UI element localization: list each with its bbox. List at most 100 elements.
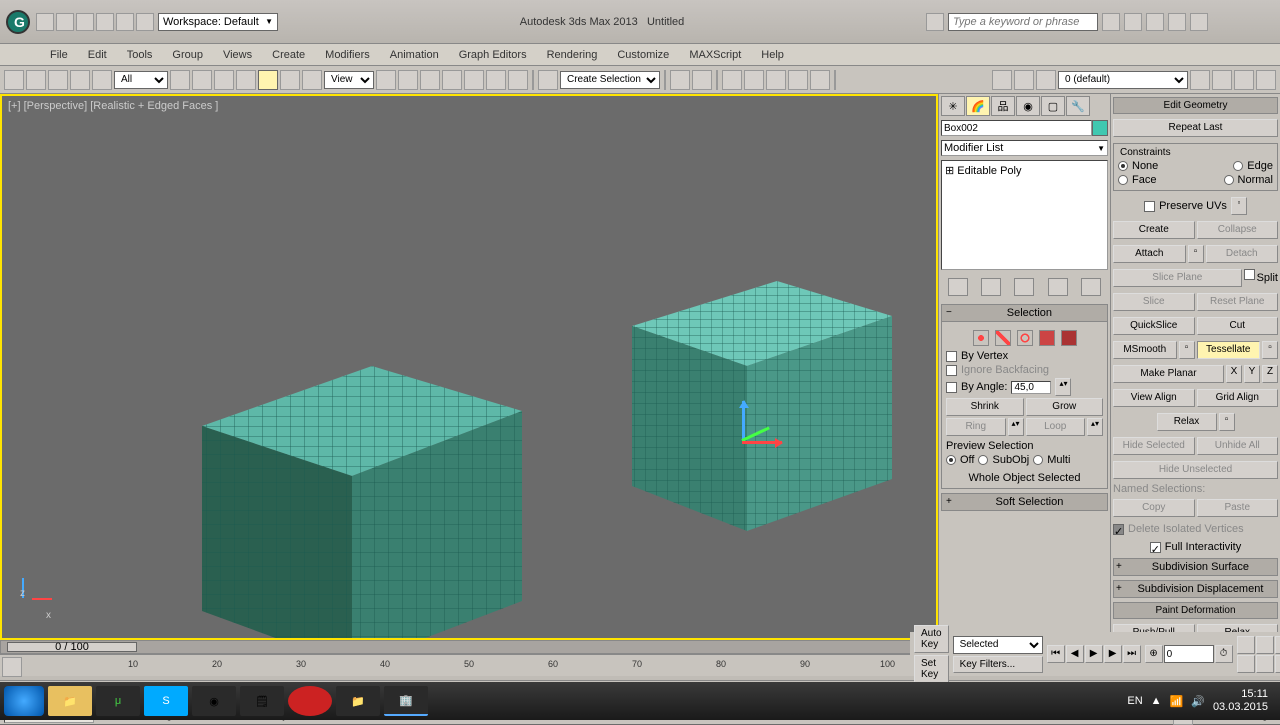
utorrent-task-icon[interactable]: μ — [96, 686, 140, 716]
keyboard-button[interactable] — [420, 70, 440, 90]
delete-isolated-checkbox[interactable]: ✓ — [1113, 524, 1124, 535]
by-vertex-checkbox[interactable] — [946, 351, 957, 362]
next-frame-icon[interactable]: ▶ — [1104, 645, 1122, 663]
skype-task-icon[interactable]: S — [144, 686, 188, 716]
view-align-button[interactable]: View Align — [1113, 389, 1195, 407]
orbit-icon[interactable] — [1256, 655, 1274, 673]
align-button[interactable] — [692, 70, 712, 90]
bind-button[interactable] — [92, 70, 112, 90]
goto-end-icon[interactable]: ⏭ — [1123, 645, 1141, 663]
full-interactivity-checkbox[interactable]: ✓ — [1150, 542, 1161, 553]
angle-spinner[interactable]: ▴▾ — [1055, 378, 1071, 396]
quickslice-button[interactable]: QuickSlice — [1113, 317, 1195, 335]
unlink-button[interactable] — [70, 70, 90, 90]
folder-task-icon[interactable]: 📁 — [336, 686, 380, 716]
preserve-uvs-checkbox[interactable] — [1144, 201, 1155, 212]
pan-view-icon[interactable] — [1237, 636, 1255, 654]
perspective-viewport[interactable]: [+] [Perspective] [Realistic + Edged Fac… — [0, 94, 938, 640]
help-icon[interactable] — [1190, 13, 1208, 31]
key-mode-select[interactable]: Selected — [953, 636, 1043, 654]
attach-settings-icon[interactable]: ▫ — [1188, 245, 1204, 263]
menu-graph-editors[interactable]: Graph Editors — [449, 47, 537, 63]
soft-selection-rollout-header[interactable]: Soft Selection — [941, 493, 1108, 511]
ref-coord-system[interactable]: View — [324, 71, 374, 89]
subdiv-displacement-header[interactable]: Subdivision Displacement — [1113, 580, 1278, 598]
collapse-button[interactable]: Collapse — [1197, 221, 1279, 239]
ignore-backfacing-checkbox[interactable] — [946, 365, 957, 376]
planar-z-button[interactable]: Z — [1262, 365, 1278, 383]
loop-button[interactable]: Loop — [1026, 418, 1086, 436]
render-setup-button[interactable] — [992, 70, 1012, 90]
unhide-all-button[interactable]: Unhide All — [1197, 437, 1279, 455]
layer-selector[interactable]: 0 (default) — [1058, 71, 1188, 89]
copy-selection-button[interactable]: Copy — [1113, 499, 1195, 517]
graphite-button[interactable] — [744, 70, 764, 90]
edit-geometry-header[interactable]: Edit Geometry — [1113, 97, 1278, 114]
tray-network-icon[interactable]: 📶 — [1170, 695, 1184, 708]
manipulate-button[interactable] — [398, 70, 418, 90]
utilities-tab-icon[interactable]: 🔧 — [1066, 96, 1090, 116]
selection-rollout-header[interactable]: Selection — [941, 304, 1108, 322]
repeat-last-button[interactable]: Repeat Last — [1113, 119, 1278, 137]
select-move-button[interactable] — [258, 70, 278, 90]
track-bar-icon[interactable] — [2, 657, 22, 677]
create-tab-icon[interactable]: ✳ — [941, 96, 965, 116]
start-button[interactable] — [4, 686, 44, 716]
by-angle-input[interactable] — [1011, 381, 1051, 394]
search-input[interactable] — [948, 13, 1098, 31]
select-scale-button[interactable] — [302, 70, 322, 90]
menu-edit[interactable]: Edit — [78, 47, 117, 63]
modify-tab-icon[interactable]: 🌈 — [966, 96, 990, 116]
menu-create[interactable]: Create — [262, 47, 315, 63]
box001-mesh[interactable] — [192, 356, 532, 640]
menu-views[interactable]: Views — [213, 47, 262, 63]
window-crossing-button[interactable] — [236, 70, 256, 90]
link-button[interactable] — [48, 70, 68, 90]
box002-mesh[interactable] — [612, 271, 902, 551]
redo-button[interactable] — [26, 70, 46, 90]
modifier-stack[interactable]: Editable Poly — [941, 160, 1108, 270]
planar-y-button[interactable]: Y — [1244, 365, 1260, 383]
detach-button[interactable]: Detach — [1206, 245, 1279, 263]
paste-selection-button[interactable]: Paste — [1197, 499, 1279, 517]
preserve-uvs-settings-icon[interactable]: ▫ — [1231, 197, 1247, 215]
planar-x-button[interactable]: X — [1226, 365, 1242, 383]
layer-select-button[interactable] — [1234, 70, 1254, 90]
menu-group[interactable]: Group — [162, 47, 213, 63]
subdiv-surface-header[interactable]: Subdivision Surface — [1113, 558, 1278, 576]
time-config-icon[interactable]: ⏱ — [1215, 645, 1233, 663]
by-angle-checkbox[interactable] — [946, 382, 957, 393]
menu-rendering[interactable]: Rendering — [537, 47, 608, 63]
binoculars-icon[interactable] — [1102, 13, 1120, 31]
menu-file[interactable]: File — [40, 47, 78, 63]
info-icon[interactable] — [926, 13, 944, 31]
gizmo-z-axis[interactable] — [742, 401, 745, 441]
pin-stack-icon[interactable] — [948, 278, 968, 296]
cut-button[interactable]: Cut — [1197, 317, 1279, 335]
sort-icon[interactable] — [1146, 13, 1164, 31]
loop-spinner[interactable]: ▴▾ — [1087, 418, 1103, 436]
make-unique-icon[interactable] — [1014, 278, 1034, 296]
reset-plane-button[interactable]: Reset Plane — [1197, 293, 1279, 311]
key-icon[interactable] — [1124, 13, 1142, 31]
undo-button[interactable] — [4, 70, 24, 90]
ring-button[interactable]: Ring — [946, 418, 1006, 436]
grid-align-button[interactable]: Grid Align — [1197, 389, 1279, 407]
object-color-swatch[interactable] — [1092, 120, 1108, 136]
angle-snap-button[interactable] — [464, 70, 484, 90]
render-frame-button[interactable] — [1014, 70, 1034, 90]
relax-settings-icon[interactable]: ▫ — [1219, 413, 1235, 431]
hierarchy-tab-icon[interactable]: 品 — [991, 96, 1015, 116]
select-rotate-button[interactable] — [280, 70, 300, 90]
tessellate-button[interactable]: Tessellate — [1197, 341, 1261, 359]
spinner-snap-button[interactable] — [508, 70, 528, 90]
menu-animation[interactable]: Animation — [380, 47, 449, 63]
vertex-subobj-icon[interactable] — [973, 330, 989, 346]
tray-volume-icon[interactable]: 🔊 — [1191, 695, 1205, 708]
create-button[interactable]: Create — [1113, 221, 1195, 239]
set-key-button[interactable]: Set Key — [914, 655, 949, 683]
curve-editor-button[interactable] — [766, 70, 786, 90]
configure-sets-icon[interactable] — [1081, 278, 1101, 296]
attach-button[interactable]: Attach — [1113, 245, 1186, 263]
zoom-view-icon[interactable] — [1256, 636, 1274, 654]
